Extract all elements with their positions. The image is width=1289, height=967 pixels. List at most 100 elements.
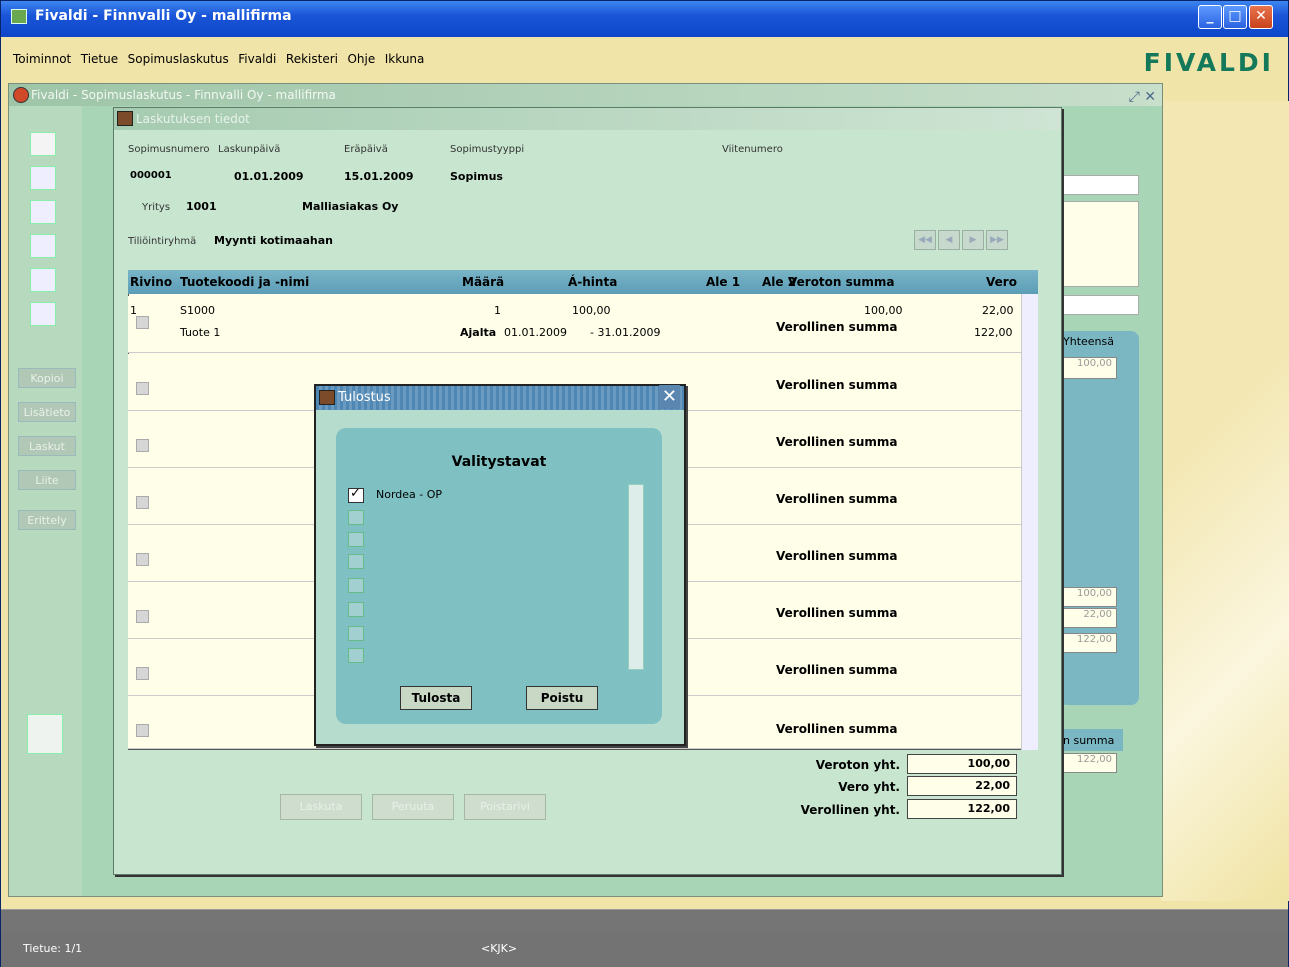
option-label-1: Nordea - OP bbox=[376, 488, 443, 501]
option-checkbox-6[interactable] bbox=[348, 602, 364, 617]
option-checkbox-3[interactable] bbox=[348, 532, 364, 547]
prev-record-icon[interactable]: ◀ bbox=[938, 230, 960, 250]
quantity[interactable]: 1 bbox=[494, 304, 501, 317]
row-checkbox[interactable] bbox=[136, 724, 149, 737]
option-checkbox-7[interactable] bbox=[348, 626, 364, 641]
record-status: Tietue: 1/1 bbox=[23, 942, 83, 955]
save-icon[interactable] bbox=[30, 302, 56, 326]
option-checkbox-2[interactable] bbox=[348, 510, 364, 525]
option-checkbox-8[interactable] bbox=[348, 648, 364, 663]
table-row[interactable]: 1 S1000 Tuote 1 1 100,00 100,00 22,00 12… bbox=[128, 296, 1021, 353]
menu-ikkuna[interactable]: Ikkuna bbox=[385, 52, 425, 66]
company-no-value[interactable]: 1001 bbox=[186, 200, 217, 213]
company-label: Yritys bbox=[142, 202, 171, 213]
invoices-button[interactable]: Laskut bbox=[18, 436, 76, 456]
info-button[interactable]: Lisätieto bbox=[18, 402, 76, 422]
right-total-2: 22,00 bbox=[1063, 608, 1117, 628]
next-icon[interactable] bbox=[30, 200, 56, 224]
gross-sum: 122,00 bbox=[974, 326, 1013, 339]
exit-button[interactable]: Poistu bbox=[526, 686, 598, 710]
contract-type-value[interactable]: Sopimus bbox=[450, 170, 503, 183]
product-code[interactable]: S1000 bbox=[180, 304, 215, 317]
inner-window-icon bbox=[13, 87, 29, 103]
new-icon[interactable] bbox=[30, 132, 56, 156]
col-discount1: Ale 1 bbox=[706, 275, 741, 289]
close-button[interactable]: ✕ bbox=[1249, 5, 1273, 29]
invoice-button[interactable]: Laskuta bbox=[280, 794, 362, 820]
row-checkbox[interactable] bbox=[136, 667, 149, 680]
window-title: Fivaldi - Finnvalli Oy - mallifirma bbox=[35, 8, 292, 24]
print-icon[interactable] bbox=[30, 268, 56, 292]
invoice-date-value[interactable]: 01.01.2009 bbox=[234, 170, 304, 183]
due-date-label: Eräpäivä bbox=[344, 144, 388, 155]
insert-icon[interactable] bbox=[30, 166, 56, 190]
first-record-icon[interactable]: ◀◀ bbox=[914, 230, 936, 250]
col-net-sum: Veroton summa bbox=[788, 275, 895, 289]
gross-sum-label: Verollinen summa bbox=[776, 378, 898, 392]
status-separator bbox=[1, 909, 1288, 933]
tax-total-label: Vero yht. bbox=[838, 780, 900, 794]
product-name[interactable]: Tuote 1 bbox=[180, 326, 220, 339]
account-group-value[interactable]: Myynti kotimaahan bbox=[214, 234, 333, 247]
copy-button[interactable]: Kopioi bbox=[18, 368, 76, 388]
dialog-panel: Valitystavat ✓ Nordea - OP Tulosta Poist… bbox=[336, 428, 662, 724]
menu-toiminnot[interactable]: Toiminnot bbox=[13, 52, 71, 66]
period-to[interactable]: - 31.01.2009 bbox=[590, 326, 660, 339]
last-record-icon[interactable]: ▶▶ bbox=[986, 230, 1008, 250]
right-field-2[interactable] bbox=[1063, 201, 1139, 287]
next-record-icon[interactable]: ▶ bbox=[962, 230, 984, 250]
unit-price[interactable]: 100,00 bbox=[572, 304, 611, 317]
right-total-1: 100,00 bbox=[1063, 587, 1117, 607]
grid-scrollbar[interactable] bbox=[1021, 294, 1038, 750]
right-field-3[interactable] bbox=[1063, 295, 1139, 315]
delete-row-button[interactable]: Poistarivi bbox=[464, 794, 546, 820]
contract-no-value[interactable]: 000001 bbox=[130, 170, 172, 181]
dialog-close-icon[interactable]: ✕ bbox=[658, 385, 680, 409]
row-checkbox[interactable] bbox=[136, 496, 149, 509]
inner-window-title: Fivaldi - Sopimuslaskutus - Finnvalli Oy… bbox=[9, 84, 1162, 106]
inner-window-title-text: Fivaldi - Sopimuslaskutus - Finnvalli Oy… bbox=[31, 88, 336, 102]
row-checkbox[interactable] bbox=[136, 553, 149, 566]
menu-sopimuslaskutus[interactable]: Sopimuslaskutus bbox=[128, 52, 229, 66]
menu-bar: Toiminnot Tietue Sopimuslaskutus Fivaldi… bbox=[1, 38, 1288, 78]
right-field-1[interactable] bbox=[1063, 175, 1139, 195]
period-from[interactable]: 01.01.2009 bbox=[504, 326, 567, 339]
cancel-button[interactable]: Peruuta bbox=[372, 794, 454, 820]
attachment-button[interactable]: Liite bbox=[18, 470, 76, 490]
menu-ohje[interactable]: Ohje bbox=[347, 52, 375, 66]
options-scrollbar[interactable] bbox=[628, 484, 644, 670]
row-checkbox[interactable] bbox=[136, 610, 149, 623]
dialog-icon bbox=[319, 390, 335, 405]
form-window-icon bbox=[117, 111, 133, 126]
fivaldi-logo: FIVALDI bbox=[1143, 48, 1274, 77]
maximize-button[interactable]: □ bbox=[1223, 5, 1247, 29]
gross-sum-label: Verollinen summa bbox=[776, 606, 898, 620]
row-checkbox[interactable] bbox=[136, 316, 149, 329]
row-checkbox[interactable] bbox=[136, 439, 149, 452]
row-checkbox[interactable] bbox=[136, 382, 149, 395]
menu-fivaldi[interactable]: Fivaldi bbox=[238, 52, 276, 66]
account-group-label: Tiliöintiryhmä bbox=[128, 236, 197, 247]
reference-label: Viitenumero bbox=[722, 144, 783, 155]
breakdown-button[interactable]: Erittely bbox=[18, 510, 76, 530]
menu-tietue[interactable]: Tietue bbox=[81, 52, 118, 66]
app-icon bbox=[11, 9, 27, 24]
col-unit-price: Á-hinta bbox=[568, 275, 618, 289]
dialog-heading: Valitystavat bbox=[451, 454, 547, 470]
form-title-text: Laskutuksen tiedot bbox=[136, 112, 250, 126]
left-toolbar: Kopioi Lisätieto Laskut Liite Erittely bbox=[9, 106, 82, 896]
prev-icon[interactable] bbox=[30, 234, 56, 258]
invoice-date-label: Laskunpäivä bbox=[218, 144, 281, 155]
option-checkbox-4[interactable] bbox=[348, 554, 364, 569]
status-bar: Tietue: 1/1 <KJK> bbox=[1, 933, 1288, 967]
inner-close-icon[interactable]: ⤢ ✕ bbox=[1129, 86, 1156, 108]
right-header-1: Yhteensä bbox=[1063, 335, 1114, 348]
gross-sum-label: Verollinen summa bbox=[776, 549, 898, 563]
minimize-button[interactable]: _ bbox=[1198, 5, 1222, 29]
due-date-value[interactable]: 15.01.2009 bbox=[344, 170, 414, 183]
option-checkbox-1[interactable]: ✓ bbox=[348, 486, 364, 503]
menu-rekisteri[interactable]: Rekisteri bbox=[286, 52, 338, 66]
print-button[interactable]: Tulosta bbox=[400, 686, 472, 710]
option-checkbox-5[interactable] bbox=[348, 578, 364, 593]
net-total-value: 100,00 bbox=[907, 754, 1017, 774]
